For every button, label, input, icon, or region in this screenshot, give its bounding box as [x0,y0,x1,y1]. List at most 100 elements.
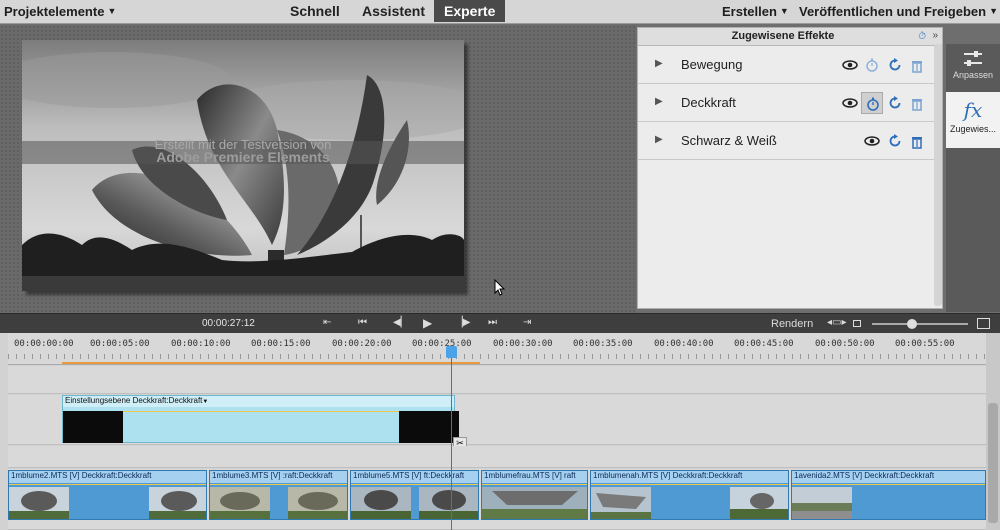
video-clip[interactable]: 1mblumenah.MTS [V] Deckkraft:Deckkraft [590,470,789,520]
right-tool-strip: Anpassen fx Zugewies... [946,44,1000,312]
adjustment-layer-clip[interactable]: Einstellungsebene Deckkraft:Deckkraft▼ [62,395,459,443]
opacity-rubberband[interactable] [210,484,347,485]
track-empty[interactable] [8,446,986,468]
tab-guided[interactable]: Assistent [352,0,435,22]
step-back-icon[interactable]: ◀▏ [393,317,408,328]
timeline-panel: 00:00:00:00 00:00:05:00 00:00:10:00 00:0… [0,333,1000,530]
clip-header: 1avenida2.MTS [V] Deckkraft:Deckkraft [792,471,985,483]
reset-icon[interactable] [887,133,903,149]
clip-thumbnail [399,411,459,443]
watermark-text: Erstellt mit der Testversion von Adobe P… [154,137,332,165]
expand-triangle-icon[interactable]: ▶ [655,58,663,69]
chevron-down-icon: ▼ [107,6,117,16]
effects-panel-title: Zugewisene Effekte [731,30,835,42]
video-clip[interactable]: 1avenida2.MTS [V] Deckkraft:Deckkraft [791,470,986,520]
opacity-rubberband[interactable] [9,484,206,485]
tab-quick[interactable]: Schnell [280,0,350,22]
fit-timeline-icon[interactable]: ◂▭▸ [827,317,847,328]
zoom-slider[interactable] [872,319,968,329]
opacity-rubberband[interactable] [792,484,985,485]
zoom-in-icon[interactable] [977,318,990,329]
clip-header: Einstellungsebene Deckkraft:Deckkraft▼ [63,396,454,407]
stopwatch-icon[interactable]: ⏱ [918,31,926,42]
effect-row-black-white[interactable]: ▶ Schwarz & Weiß [638,122,942,160]
current-timecode: 00:00:27:12 [202,318,255,329]
play-button[interactable]: ▶ [423,316,432,330]
project-elements-menu[interactable]: Projektelemente ▼ [4,4,116,19]
expand-triangle-icon[interactable]: ▶ [655,134,663,145]
clip-thumbnail [482,487,587,519]
ruler-label: 00:00:15:00 [251,339,311,349]
playhead-handle[interactable] [446,346,457,358]
ruler-label: 00:00:45:00 [734,339,794,349]
zoom-slider-handle[interactable] [907,319,917,329]
video-clip[interactable]: 1mblume2.MTS [V] Deckkraft:Deckkraft [8,470,207,520]
ruler-label: 00:00:35:00 [573,339,633,349]
go-to-end-icon[interactable]: ⏭ [488,317,497,328]
effect-row-motion[interactable]: ▶ Bewegung [638,46,942,84]
eye-icon[interactable] [864,133,880,149]
scrollbar-thumb[interactable] [988,403,998,523]
sliders-icon [964,51,982,66]
effect-row-opacity[interactable]: ▶ Deckkraft [638,84,942,122]
ruler-label: 00:00:55:00 [895,339,955,349]
trash-icon[interactable] [909,57,925,73]
video-clip[interactable]: 1mblumefrau.MTS [V] raft [481,470,588,520]
ruler-label: 00:00:00:00 [14,339,74,349]
work-area-bar[interactable] [62,362,480,364]
time-ruler[interactable]: 00:00:00:00 00:00:05:00 00:00:10:00 00:0… [8,333,986,365]
effects-panel-header: Zugewisene Effekte ⏱ » [638,28,942,46]
applied-effects-tool-button[interactable]: fx Zugewies... [946,92,1000,148]
sculpture-preview-image [22,40,464,291]
expand-triangle-icon[interactable]: ▶ [655,96,663,107]
video-clip[interactable]: 1mblume5.MTS [V] ft:Deckkraft [350,470,479,520]
track-empty[interactable] [8,366,986,394]
clip-header: 1mblumenah.MTS [V] Deckkraft:Deckkraft [591,471,788,483]
go-to-in-icon[interactable]: ⇤ [323,317,331,328]
create-menu[interactable]: Erstellen ▼ [722,4,789,19]
effect-label: Bewegung [681,57,743,72]
clip-header: 1mblume3.MTS [V] :raft:Deckkraft [210,471,347,483]
clip-thumbnail [351,487,411,519]
clip-thumbnail [730,487,788,519]
go-to-out-icon[interactable]: ⇥ [523,317,531,328]
go-to-start-icon[interactable]: ⏮ [358,317,367,328]
ruler-label: 00:00:10:00 [171,339,231,349]
clip-thumbnail [210,487,270,519]
tab-expert[interactable]: Experte [434,0,506,22]
effects-scrollbar[interactable] [934,44,942,306]
playhead-line [451,351,452,530]
ruler-label: 00:00:05:00 [90,339,150,349]
stopwatch-icon[interactable] [864,57,880,73]
adjust-tool-button[interactable]: Anpassen [946,44,1000,92]
clip-thumbnail [149,487,206,519]
ruler-ticks [8,354,986,359]
eye-icon[interactable] [842,57,858,73]
step-forward-icon[interactable]: ▕▶ [455,317,470,328]
eye-icon[interactable] [842,95,858,111]
trash-icon[interactable] [909,95,925,111]
opacity-rubberband[interactable] [482,484,587,485]
stopwatch-icon [867,97,879,111]
publish-menu[interactable]: Veröffentlichen und Freigeben ▼ [799,4,998,19]
stopwatch-toggle-active[interactable] [861,92,883,114]
opacity-rubberband[interactable] [351,484,478,485]
clip-thumbnail [63,411,123,443]
timeline-scrollbar[interactable] [986,333,1000,530]
clip-header: 1mblumefrau.MTS [V] raft [482,471,587,483]
ruler-label: 00:00:20:00 [332,339,392,349]
video-clip[interactable]: 1mblume3.MTS [V] :raft:Deckkraft [209,470,348,520]
chevron-down-icon[interactable]: ▼ [202,399,208,405]
trash-icon[interactable] [909,133,925,149]
panel-expand-icon[interactable]: » [932,30,938,41]
effect-label: Deckkraft [681,95,736,110]
monitor-panel: Erstellt mit der Testversion von Adobe P… [0,25,636,313]
reset-icon[interactable] [887,57,903,73]
render-button[interactable]: Rendern [771,318,813,330]
clip-thumbnail [419,487,478,519]
preview-frame[interactable]: Erstellt mit der Testversion von Adobe P… [22,40,464,291]
zoom-out-icon[interactable] [853,320,861,327]
clip-header: 1mblume2.MTS [V] Deckkraft:Deckkraft [9,471,206,483]
opacity-rubberband[interactable] [591,484,788,485]
reset-icon[interactable] [887,95,903,111]
